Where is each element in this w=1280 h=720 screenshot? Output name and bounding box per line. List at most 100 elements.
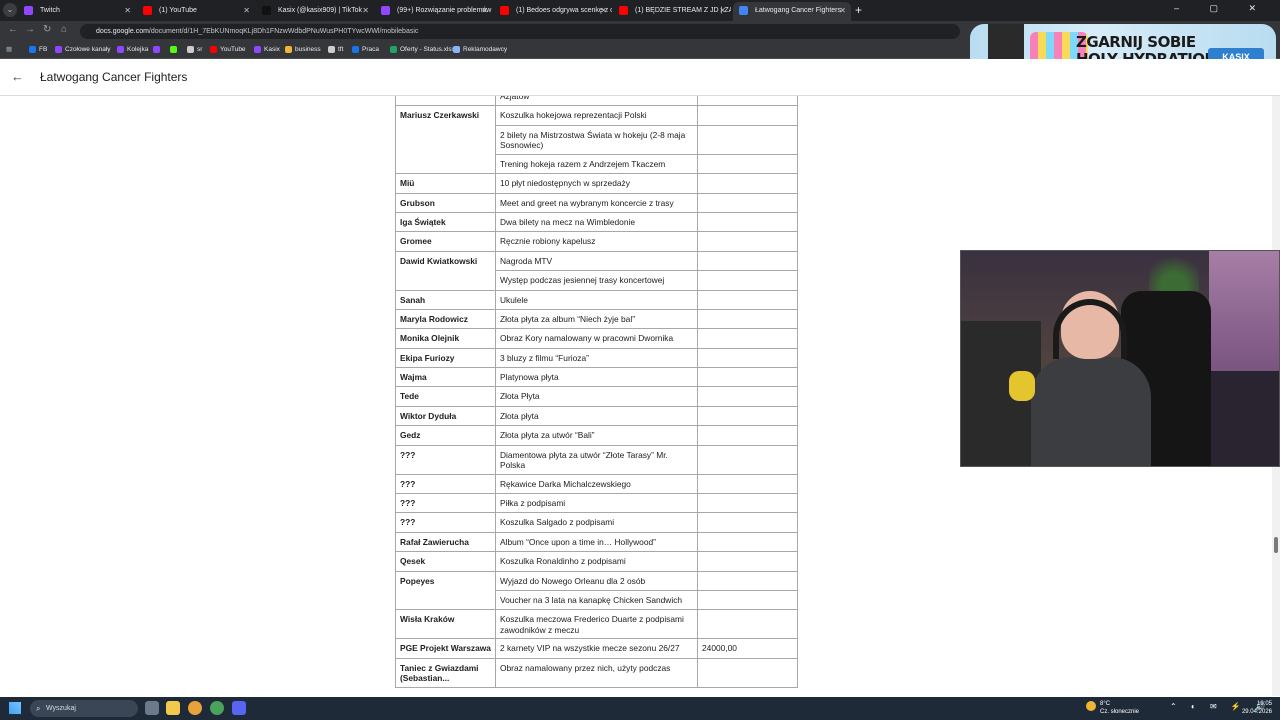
table-row: Dawid Kwiatkowski Nagroda MTV [395,250,798,291]
tab-favicon-icon [500,6,509,15]
donor-name-cell: ??? [395,512,496,533]
value-cell [697,153,798,175]
bookmark-item[interactable]: business [285,44,321,55]
back-arrow-icon[interactable]: ← [11,69,24,84]
table-row: PGE Projekt Warszawa 2 karnety VIP na wsz… [395,638,798,659]
tab-title: Łatwogang Cancer Fighters [755,7,841,14]
prize-cell: Ręcznie robiony kapelusz [495,231,698,252]
bookmark-item[interactable]: tft [328,44,343,55]
apps-icon[interactable]: ▦ [6,44,12,55]
prize-cell: Ukulele [495,289,698,310]
browser-tab[interactable]: Łatwogang Cancer Fighters ✕ [733,2,851,21]
donor-name-cell: ??? [395,473,496,495]
value-cell [697,105,798,126]
browser-tab[interactable]: Kasix (@kasix909) | TikTok ✕ [256,2,374,21]
banner-headline-line1: ZGARNIJ SOBIE [1076,33,1196,51]
bookmark-label: Oferty - Status.xlsx [400,46,455,53]
tab-favicon-icon [24,6,33,15]
clock[interactable]: 19:05 29.04.2026 [1236,700,1272,716]
prize-cell: Meet and greet na wybranym koncercie z t… [495,192,698,213]
value-cell [697,289,798,310]
weather-temp: 8°C [1100,701,1111,707]
prize-cell: 10 płyt niedostępnych w sprzedaży [495,173,698,194]
tab-title: (1) Bedoes odgrywa scenkę z ci... [516,7,612,14]
reload-icon[interactable]: ↻ [43,24,51,35]
tab-close-icon[interactable]: ✕ [481,2,488,19]
value-cell [697,367,798,388]
browser-tab[interactable]: Twitch ✕ [18,2,136,21]
taskbar: ⌕ Wyszukaj 8°C Cz. słonecznie ⌃ ◐ ✉ ⚡ 🔊 … [0,697,1280,720]
donor-name-cell: Rafał Zawierucha [395,531,496,553]
tab-close-icon[interactable]: ✕ [600,2,607,19]
bookmark-item[interactable]: Reklamodawcy [453,44,507,55]
clock-time: 19:05 [1256,701,1272,707]
bookmark-item[interactable]: Oferty - Status.xlsx [390,44,455,55]
chrome-icon[interactable] [188,701,202,715]
donor-name-cell: Ekipa Furiozy [395,347,496,369]
bookmark-item[interactable]: FB [29,44,47,55]
browser-tab[interactable]: (1) Bedoes odgrywa scenkę z ci... ✕ [494,2,612,21]
donor-name-cell: Tede [395,386,496,407]
donor-name-cell: Mariusz Czerkawski [395,105,496,175]
donor-name-cell: ??? [395,444,496,475]
tab-close-icon[interactable]: ✕ [719,2,726,19]
table-row: Grubson Meet and greet na wybranym koncer… [395,192,798,213]
bookmark-favicon-icon [210,46,217,53]
prize-cell: 3 bluzy z filmu “Furioza” [495,347,698,369]
windows-start-icon[interactable] [9,702,21,714]
file-explorer-icon[interactable] [166,701,180,715]
weather-widget[interactable]: 8°C Cz. słonecznie [1086,700,1139,716]
bookmark-item[interactable]: sr [187,44,202,55]
prize-cell: Dwa bilety na mecz na Wimbledonie [495,211,698,233]
app-icon[interactable] [210,701,224,715]
donor-name-cell: Iga Świątek [395,211,496,233]
task-view-icon[interactable] [145,701,159,715]
address-bar[interactable]: docs.google.com/document/d/1H_7EbKUNmoqK… [80,24,960,39]
new-tab-button[interactable]: + [855,3,862,17]
taskbar-search[interactable]: ⌕ Wyszukaj [30,700,138,717]
value-cell [697,308,798,330]
bookmark-item[interactable]: Czołowe kanały [55,44,111,55]
prize-cell: Obraz namalowany przez nich, użyty podcz… [495,657,698,688]
value-cell [697,570,798,591]
bookmark-favicon-icon [390,46,397,53]
scrollbar-thumb[interactable] [1274,537,1278,553]
table-row: Wiktor Dyduła Złota płyta [395,405,798,427]
bookmark-item[interactable]: Praca [352,44,379,55]
browser-tab-strip: ⌄ Twitch ✕ (1) YouTube ✕ Kasix (@kasix909) |… [0,0,1280,21]
home-icon[interactable]: ⌂ [61,24,67,35]
browser-tab[interactable]: (99+) Rozwiązanie problemów z... ✕ [375,2,493,21]
bookmark-label: YouTube [220,46,246,53]
prize-cell: Złota Płyta [495,386,698,407]
bookmark-favicon-icon [117,46,124,53]
tab-close-icon[interactable]: ✕ [243,2,250,19]
browser-tab[interactable]: (1) YouTube ✕ [137,2,255,21]
table-row: Sanah Ukulele [395,289,798,310]
table-row: Tede Złota Płyta [395,386,798,407]
value-cell [697,589,798,611]
bookmark-item[interactable]: YouTube [210,44,246,55]
tab-search-button[interactable]: ⌄ [3,3,17,17]
tab-close-icon[interactable]: ✕ [362,2,369,19]
table-row: Azjatów [395,96,798,107]
tab-favicon-icon [262,6,271,15]
value-cell [697,473,798,495]
bookmark-label: Kasix [264,46,280,53]
prize-cell: 2 bilety na Mistrzostwa Świata w hokeju … [495,124,698,155]
value-cell: 24000,00 [697,638,798,659]
forward-icon[interactable]: → [25,24,35,35]
bookmark-item[interactable]: Kasix [254,44,280,55]
browser-tab[interactable]: (1) BĘDZIE STREAM Z JD | ZAGR...✕ [613,2,731,21]
table-row: Wisła Kraków Koszulka meczowa Frederico D… [395,609,798,640]
donor-name-cell: Gedz [395,425,496,446]
tab-close-icon[interactable]: ✕ [839,2,846,19]
window-controls[interactable]: – ▢ ✕ [1174,3,1270,14]
tab-close-icon[interactable]: ✕ [124,2,131,19]
bookmark-favicon-icon [453,46,460,53]
weather-desc: Cz. słonecznie [1100,709,1140,715]
back-icon[interactable]: ← [8,24,18,35]
value-cell [697,551,798,572]
bookmark-favicon-icon [170,46,177,53]
bookmark-item[interactable]: Kolejka [117,44,148,55]
discord-icon[interactable] [232,701,246,715]
